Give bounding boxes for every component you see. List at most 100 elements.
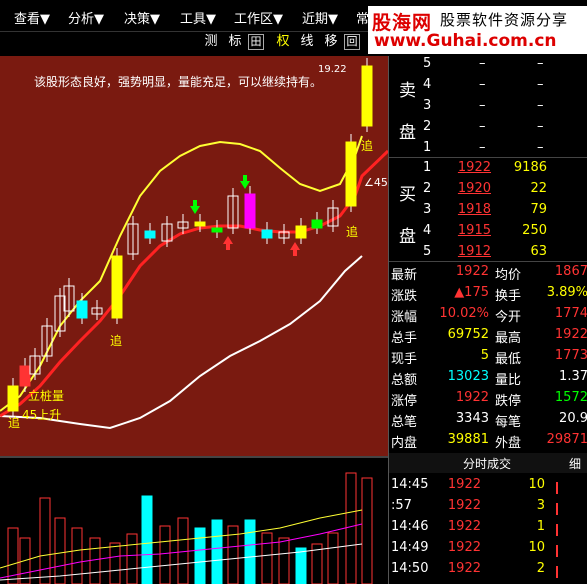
- sell-row[interactable]: 5 – –: [389, 56, 587, 77]
- stat-value: 1922: [455, 264, 489, 279]
- orderbook-divider: [389, 157, 587, 158]
- stat-row: 涨幅 10.02% 今开 1774: [389, 306, 587, 327]
- sell-volume: –: [537, 77, 544, 92]
- sell-row[interactable]: 3 – –: [389, 98, 587, 119]
- line-button[interactable]: 线: [296, 32, 318, 52]
- volume-bar: [261, 532, 273, 584]
- tick-time: 14:46: [391, 519, 429, 534]
- move-button[interactable]: 移: [320, 32, 342, 52]
- stat-label: 总手: [391, 331, 418, 346]
- sell-level: 4: [423, 77, 432, 92]
- candle-body: [261, 229, 273, 239]
- sell-volume: –: [537, 98, 544, 113]
- up-arrow-icon: [551, 522, 563, 536]
- up-arrow-icon: [551, 501, 563, 515]
- stat-value: 10.02%: [439, 306, 489, 321]
- menu-item-2[interactable]: 决策▼: [124, 8, 160, 27]
- candle-body: [345, 141, 357, 207]
- menu-item-1[interactable]: 分析▼: [68, 8, 104, 27]
- volume-bar: [278, 537, 290, 584]
- stat-value: 13023: [447, 369, 489, 384]
- sell-volume: –: [537, 56, 544, 71]
- sell-row[interactable]: 4 – –: [389, 77, 587, 98]
- vol-ma-yellow: [0, 509, 363, 569]
- menu-item-0[interactable]: 查看▼: [14, 8, 50, 27]
- candle-body: [76, 300, 88, 319]
- grid-button[interactable]: 田: [248, 34, 264, 50]
- volume-chart[interactable]: [0, 458, 388, 584]
- rights-button[interactable]: 权: [272, 32, 294, 52]
- buy-price: 1915: [457, 223, 491, 238]
- kline-chart[interactable]: 该股形态良好，强势明显，量能充足，可以继续持有。 19.22 追 追 追 追 立…: [0, 56, 388, 456]
- sell-price: –: [479, 98, 486, 113]
- tick-volume: 3: [536, 498, 545, 513]
- buy-price: 1920: [457, 181, 491, 196]
- buy-row[interactable]: 1 1922 9186: [389, 160, 587, 181]
- tick-row: 14:50 1922 2: [389, 561, 587, 583]
- buy-row[interactable]: 3 1918 79: [389, 202, 587, 223]
- sell-price: –: [479, 140, 486, 155]
- sell-row[interactable]: 2 – –: [389, 119, 587, 140]
- volume-bar: [327, 532, 339, 584]
- stat-row: 内盘 39881 外盘 29871: [389, 432, 587, 453]
- chart-note: 该股形态良好，强势明显，量能充足，可以继续持有。: [34, 75, 323, 89]
- tick-time: 14:50: [391, 561, 429, 576]
- buy-level: 5: [423, 244, 432, 259]
- tick-price: 1922: [447, 477, 481, 492]
- stat-value: 1572: [554, 390, 587, 405]
- stat-value: 3.89%: [546, 285, 587, 300]
- candle-body: [295, 225, 307, 239]
- mark-button[interactable]: 标: [224, 32, 246, 52]
- menu-item-3[interactable]: 工具▼: [180, 8, 216, 27]
- tick-price: 1922: [447, 561, 481, 576]
- stat-label: 换手: [495, 289, 522, 304]
- stat-label: 最高: [495, 331, 522, 346]
- buy-row[interactable]: 4 1915 250: [389, 223, 587, 244]
- sell-level: 1: [423, 140, 432, 155]
- sell-level: 5: [423, 56, 432, 71]
- volume-bar: [39, 497, 51, 584]
- buy-level: 4: [423, 223, 432, 238]
- volume-bar: [244, 519, 256, 584]
- return-button[interactable]: 回: [344, 34, 360, 50]
- zhui-label-4: 追: [361, 139, 374, 153]
- ticks-detail-tab[interactable]: 细: [569, 455, 581, 472]
- stat-row: 总手 69752 最高 1922: [389, 327, 587, 348]
- tick-volume: 10: [528, 540, 545, 555]
- stat-label: 总笔: [391, 415, 418, 430]
- candle-body: [7, 385, 19, 412]
- stat-label: 外盘: [495, 436, 522, 451]
- buy-volume: 63: [530, 244, 547, 259]
- menu-item-5[interactable]: 近期▼: [302, 8, 338, 27]
- lizhuang-label: 立桩量: [28, 389, 65, 403]
- candle-body: [19, 365, 31, 387]
- stat-value: 5: [480, 348, 489, 363]
- tick-time: 14:49: [391, 540, 429, 555]
- down-arrow-icon: [240, 175, 250, 189]
- volume-bar: [295, 547, 307, 584]
- menu-item-4[interactable]: 工作区▼: [234, 8, 283, 27]
- measure-button[interactable]: 测: [200, 32, 222, 52]
- buy-row[interactable]: 2 1920 22: [389, 181, 587, 202]
- stat-label: 跌停: [495, 394, 522, 409]
- stat-value: 1773: [554, 348, 587, 363]
- stat-label: 涨停: [391, 394, 418, 409]
- stat-label: 最低: [495, 352, 522, 367]
- volume-bar: [54, 517, 66, 584]
- candle-body: [361, 65, 373, 127]
- candle-body: [311, 219, 323, 229]
- buy-level: 1: [423, 160, 432, 175]
- stat-label: 量比: [495, 373, 522, 388]
- volume-bar: [141, 495, 153, 584]
- down-arrow-icon: [190, 200, 200, 214]
- stat-value: 39881: [447, 432, 489, 447]
- buy-volume: 9186: [513, 160, 547, 175]
- stat-value: 1774: [554, 306, 587, 321]
- volume-bar: [109, 542, 121, 584]
- candle-body: [111, 255, 123, 319]
- buy-price: 1922: [457, 160, 491, 175]
- up-arrow-icon: [551, 480, 563, 494]
- buy-volume: 79: [530, 202, 547, 217]
- buy-level: 3: [423, 202, 432, 217]
- tick-row: 14:45 1922 10: [389, 477, 587, 499]
